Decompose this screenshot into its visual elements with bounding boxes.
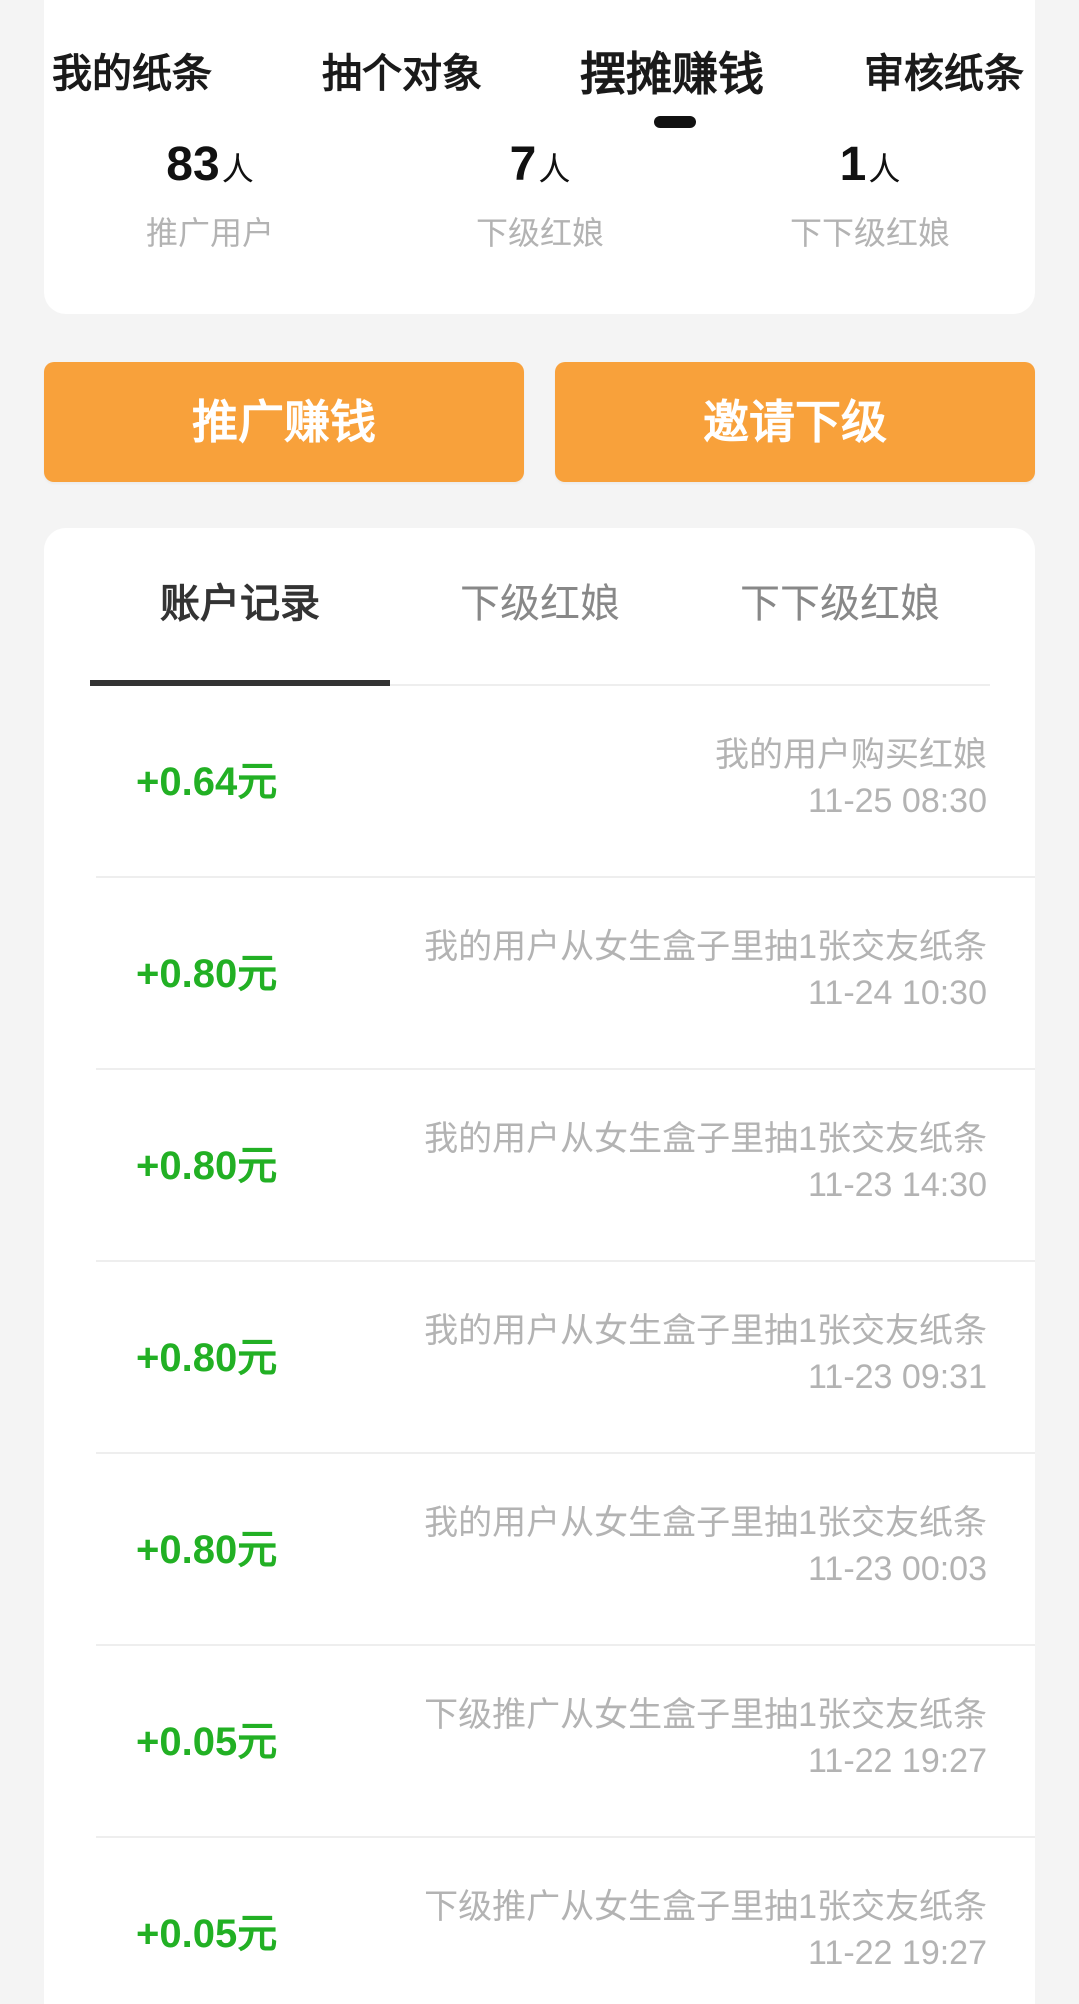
record-description: 我的用户购买红娘 — [715, 736, 987, 774]
tab-sub-matchmakers[interactable]: 下级红娘 — [390, 574, 690, 634]
tab-sub-sub-matchmakers[interactable]: 下下级红娘 — [690, 574, 990, 634]
record-description: 下级推广从女生盒子里抽1张交友纸条 — [424, 1696, 987, 1734]
list-item: +0.64元 我的用户购买红娘 11-25 08:30 — [96, 686, 1035, 878]
stat-label: 下级红娘 — [475, 215, 604, 251]
record-amount: +0.80元 — [136, 952, 278, 996]
record-time: 11-23 09:31 — [808, 1358, 987, 1396]
record-time: 11-23 14:30 — [808, 1166, 987, 1204]
stat-value: 7 — [509, 138, 537, 191]
stat-label: 下下级红娘 — [789, 215, 950, 251]
records-card: 账户记录 下级红娘 下下级红娘 +0.64元 我的用户购买红娘 11-25 08… — [44, 528, 1035, 2004]
tab-review-notes[interactable]: 审核纸条 — [864, 44, 1024, 104]
record-amount: +0.64元 — [136, 760, 278, 804]
record-description: 我的用户从女生盒子里抽1张交友纸条 — [424, 1504, 987, 1542]
invite-subordinate-button[interactable]: 邀请下级 — [555, 362, 1035, 482]
tab-draw-partner[interactable]: 抽个对象 — [322, 44, 482, 104]
record-amount: +0.05元 — [136, 1912, 278, 1956]
stat-value: 1 — [839, 138, 867, 191]
record-amount: +0.80元 — [136, 1528, 278, 1572]
list-item: +0.80元 我的用户从女生盒子里抽1张交友纸条 11-23 00:03 — [96, 1454, 1035, 1646]
list-item: +0.80元 我的用户从女生盒子里抽1张交友纸条 11-23 09:31 — [96, 1262, 1035, 1454]
record-time: 11-23 00:03 — [808, 1550, 987, 1588]
stat-promoted-users: 83人 推广用户 — [45, 130, 375, 254]
stat-sub-matchmakers: 7人 下级红娘 — [375, 130, 705, 254]
list-item: +0.05元 下级推广从女生盒子里抽1张交友纸条 11-22 19:27 — [96, 1646, 1035, 1838]
page: 我的纸条 抽个对象 摆摊赚钱 审核纸条 83人 推广用户 7人 下级红娘 1人 … — [0, 0, 1079, 2004]
record-list: +0.64元 我的用户购买红娘 11-25 08:30 +0.80元 我的用户从… — [44, 686, 1035, 2004]
list-item: +0.80元 我的用户从女生盒子里抽1张交友纸条 11-23 14:30 — [96, 1070, 1035, 1262]
record-time: 11-22 19:27 — [808, 1934, 987, 1972]
stat-unit: 人 — [221, 151, 254, 187]
record-time: 11-25 08:30 — [808, 782, 987, 820]
tab-account-records[interactable]: 账户记录 — [90, 574, 390, 634]
stat-label: 推广用户 — [145, 215, 274, 251]
record-tab-bar: 账户记录 下级红娘 下下级红娘 — [90, 528, 990, 686]
list-item: +0.80元 我的用户从女生盒子里抽1张交友纸条 11-24 10:30 — [96, 878, 1035, 1070]
active-tab-indicator — [654, 116, 696, 128]
record-description: 我的用户从女生盒子里抽1张交友纸条 — [424, 928, 987, 966]
stat-sub-sub-matchmakers: 1人 下下级红娘 — [705, 130, 1035, 254]
stat-unit: 人 — [538, 151, 571, 187]
record-amount: +0.80元 — [136, 1144, 278, 1188]
record-amount: +0.05元 — [136, 1720, 278, 1764]
record-description: 我的用户从女生盒子里抽1张交友纸条 — [424, 1120, 987, 1158]
tab-my-notes[interactable]: 我的纸条 — [52, 44, 212, 104]
top-tab-bar: 我的纸条 抽个对象 摆摊赚钱 审核纸条 — [0, 0, 1079, 140]
record-amount: +0.80元 — [136, 1336, 278, 1380]
list-item: +0.05元 下级推广从女生盒子里抽1张交友纸条 11-22 19:27 — [96, 1838, 1035, 2004]
stat-unit: 人 — [868, 151, 901, 187]
record-description: 我的用户从女生盒子里抽1张交友纸条 — [424, 1312, 987, 1350]
promote-earn-button[interactable]: 推广赚钱 — [44, 362, 524, 482]
stat-value: 83 — [166, 138, 220, 191]
record-time: 11-24 10:30 — [808, 974, 987, 1012]
tab-stall-earn[interactable]: 摆摊赚钱 — [580, 44, 764, 104]
record-description: 下级推广从女生盒子里抽1张交友纸条 — [424, 1888, 987, 1926]
stats-row: 83人 推广用户 7人 下级红娘 1人 下下级红娘 — [0, 130, 1079, 270]
record-time: 11-22 19:27 — [808, 1742, 987, 1780]
